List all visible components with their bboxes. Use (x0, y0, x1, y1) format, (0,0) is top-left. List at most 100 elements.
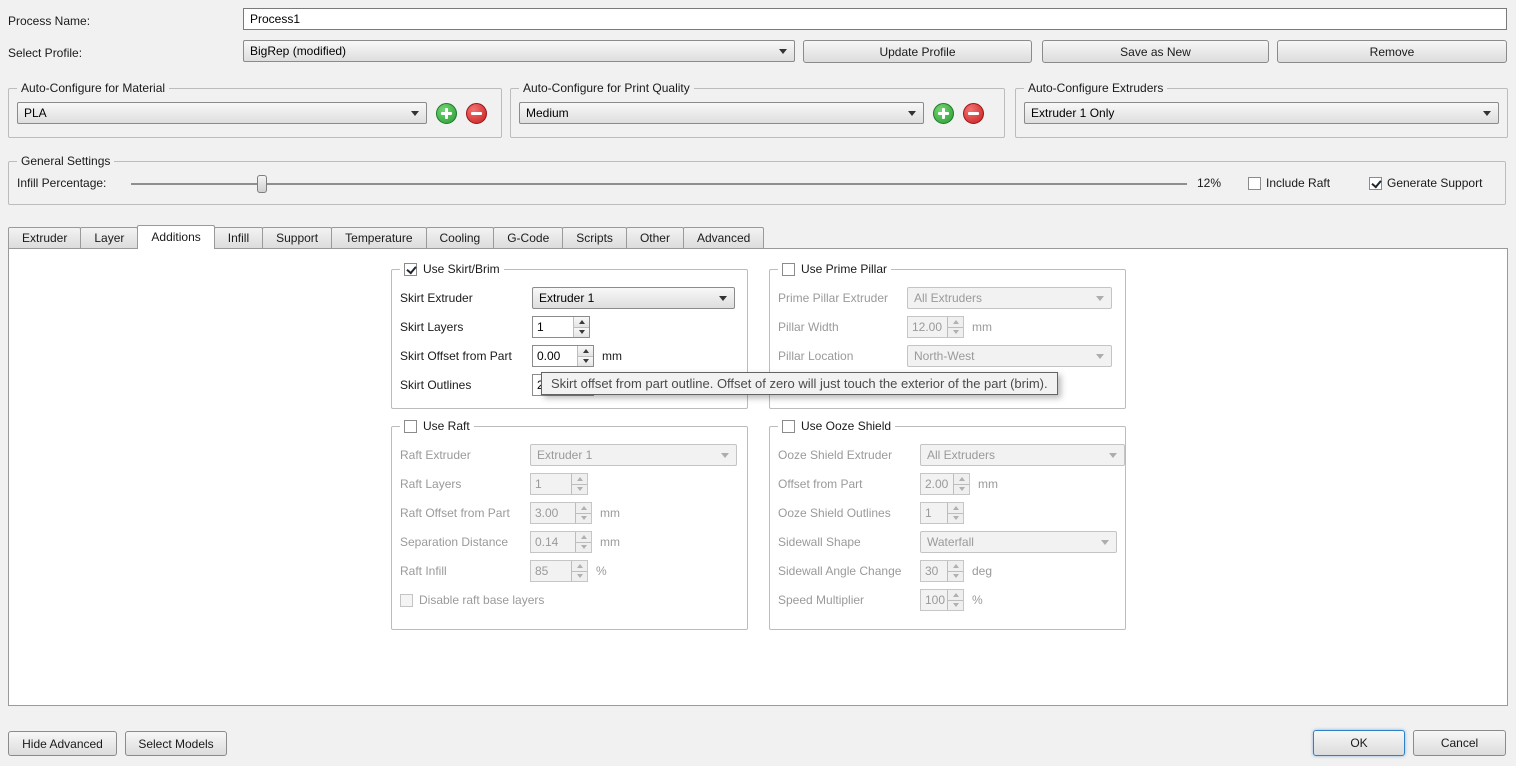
disable-raft-base-label: Disable raft base layers (419, 593, 544, 607)
tab-other[interactable]: Other (626, 227, 684, 248)
use-raft-checkbox[interactable] (404, 420, 417, 433)
hide-advanced-button[interactable]: Hide Advanced (8, 731, 117, 756)
tab-temperature[interactable]: Temperature (331, 227, 426, 248)
spinner-down-icon (576, 542, 591, 553)
profile-select[interactable]: BigRep (modified) (243, 40, 795, 62)
skirt-offset-tooltip: Skirt offset from part outline. Offset o… (541, 372, 1058, 395)
general-settings-group: General Settings Infill Percentage: 12% … (8, 161, 1506, 205)
chevron-down-icon (1109, 453, 1117, 458)
raft-infill-spinner: 85 (530, 560, 588, 582)
extruders-group-title-wrap: Auto-Configure Extruders (1024, 81, 1167, 95)
generate-support-label: Generate Support (1387, 176, 1482, 190)
chevron-down-icon (1101, 540, 1109, 545)
spinner-up-icon (948, 317, 963, 327)
skirt-layers-label: Skirt Layers (400, 320, 532, 334)
raft-offset-value: 3.00 (531, 503, 575, 523)
raft-offset-label: Raft Offset from Part (400, 506, 530, 520)
skirt-extruder-row: Skirt Extruder Extruder 1 (392, 287, 747, 309)
extruders-group-title: Auto-Configure Extruders (1028, 81, 1163, 95)
material-select[interactable]: PLA (17, 102, 427, 124)
tab-infill[interactable]: Infill (214, 227, 263, 248)
infill-slider-track (131, 183, 1187, 185)
material-group-title-wrap: Auto-Configure for Material (17, 81, 169, 95)
save-as-new-button[interactable]: Save as New (1042, 40, 1269, 63)
ooze-offset-value: 2.00 (921, 474, 953, 494)
chevron-down-icon (719, 296, 727, 301)
extruders-select[interactable]: Extruder 1 Only (1024, 102, 1499, 124)
tab-extruder[interactable]: Extruder (8, 227, 81, 248)
pillar-location-value: North-West (914, 349, 974, 363)
cancel-button[interactable]: Cancel (1413, 730, 1506, 756)
prime-pillar-extruder-label: Prime Pillar Extruder (778, 291, 907, 305)
use-prime-pillar-checkbox[interactable] (782, 263, 795, 276)
chevron-down-icon (1096, 354, 1104, 359)
spinner-up-icon[interactable] (574, 317, 589, 327)
tab-additions[interactable]: Additions (137, 225, 214, 249)
tab-cooling[interactable]: Cooling (426, 227, 495, 248)
pillar-width-value: 12.00 (908, 317, 947, 337)
generate-support-checkbox[interactable] (1369, 177, 1382, 190)
raft-extruder-select: Extruder 1 (530, 444, 737, 466)
skirt-extruder-select[interactable]: Extruder 1 (532, 287, 735, 309)
tab-scripts[interactable]: Scripts (562, 227, 627, 248)
add-material-button[interactable] (436, 103, 457, 124)
process-settings-dialog: Process Name: Select Profile: BigRep (mo… (0, 0, 1516, 766)
spinner-up-icon (572, 561, 587, 571)
select-models-button[interactable]: Select Models (125, 731, 227, 756)
spinner-up-icon[interactable] (578, 346, 593, 356)
prime-pillar-extruder-value: All Extruders (914, 291, 982, 305)
material-group-title: Auto-Configure for Material (21, 81, 165, 95)
skirt-layers-spinner[interactable]: 1 (532, 316, 590, 338)
process-name-input[interactable] (243, 8, 1507, 30)
raft-title-wrap: Use Raft (400, 419, 474, 433)
disable-raft-base-checkbox (400, 594, 413, 607)
use-skirt-checkbox[interactable] (404, 263, 417, 276)
spinner-up-icon (954, 474, 969, 484)
tab-layer[interactable]: Layer (80, 227, 138, 248)
raft-layers-row: Raft Layers 1 (392, 473, 747, 495)
raft-offset-row: Raft Offset from Part 3.00 mm (392, 502, 747, 524)
spinner-down-icon (948, 513, 963, 524)
use-ooze-shield-checkbox[interactable] (782, 420, 795, 433)
ooze-group-title: Use Ooze Shield (801, 419, 891, 433)
raft-layers-label: Raft Layers (400, 477, 530, 491)
disable-raft-base-row: Disable raft base layers (392, 589, 747, 611)
chevron-down-icon (1483, 111, 1491, 116)
pillar-location-label: Pillar Location (778, 349, 907, 363)
infill-slider-handle[interactable] (257, 175, 267, 193)
select-profile-label: Select Profile: (8, 46, 82, 60)
skirt-offset-value: 0.00 (533, 346, 577, 366)
spinner-down-icon (572, 484, 587, 495)
tab-gcode[interactable]: G-Code (493, 227, 563, 248)
prime-pillar-group-title: Use Prime Pillar (801, 262, 887, 276)
remove-button[interactable]: Remove (1277, 40, 1507, 63)
speed-multiplier-label: Speed Multiplier (778, 593, 920, 607)
spinner-down-icon[interactable] (574, 327, 589, 338)
raft-offset-unit: mm (600, 506, 620, 520)
tab-support[interactable]: Support (262, 227, 332, 248)
add-quality-button[interactable] (933, 103, 954, 124)
spinner-down-icon[interactable] (578, 356, 593, 367)
ooze-extruder-label: Ooze Shield Extruder (778, 448, 920, 462)
quality-select[interactable]: Medium (519, 102, 924, 124)
infill-slider[interactable] (131, 174, 1187, 194)
skirt-extruder-label: Skirt Extruder (400, 291, 532, 305)
chevron-down-icon (721, 453, 729, 458)
process-name-label: Process Name: (8, 14, 90, 28)
ooze-offset-label: Offset from Part (778, 477, 920, 491)
tab-advanced[interactable]: Advanced (683, 227, 764, 248)
skirt-offset-spinner[interactable]: 0.00 (532, 345, 594, 367)
chevron-down-icon (1096, 296, 1104, 301)
spinner-up-icon (572, 474, 587, 484)
include-raft-checkbox[interactable] (1248, 177, 1261, 190)
raft-extruder-row: Raft Extruder Extruder 1 (392, 444, 747, 466)
skirt-group-title-wrap: Use Skirt/Brim (400, 262, 504, 276)
speed-multiplier-value: 100 (921, 590, 947, 610)
remove-quality-button[interactable] (963, 103, 984, 124)
ok-button[interactable]: OK (1313, 730, 1405, 756)
general-settings-title: General Settings (21, 154, 110, 168)
remove-material-button[interactable] (466, 103, 487, 124)
pillar-width-label: Pillar Width (778, 320, 907, 334)
update-profile-button[interactable]: Update Profile (803, 40, 1032, 63)
general-settings-title-wrap: General Settings (17, 154, 114, 168)
